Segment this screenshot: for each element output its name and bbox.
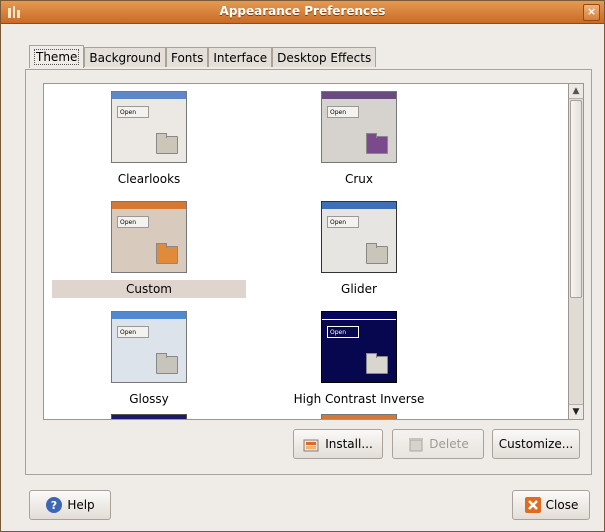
- tab-desktop-effects[interactable]: Desktop Effects: [272, 47, 377, 67]
- theme-item-crux[interactable]: Open Crux: [262, 91, 456, 201]
- tab-bar: Theme Background Fonts Interface Desktop…: [29, 45, 377, 69]
- appearance-preferences-window: Appearance Preferences × Theme Backgroun…: [0, 0, 605, 532]
- theme-name: Custom: [52, 280, 246, 298]
- tab-background[interactable]: Background: [84, 47, 166, 67]
- theme-preview: Open: [111, 201, 187, 273]
- close-button-label: Close: [545, 498, 579, 512]
- theme-preview: Open: [321, 311, 397, 383]
- window-title: Appearance Preferences: [219, 4, 386, 18]
- theme-item-glider[interactable]: Open Glider: [262, 201, 456, 311]
- folder-icon: [156, 243, 178, 264]
- theme-name: High Contrast Inverse: [293, 392, 425, 406]
- preview-open-button: Open: [327, 216, 359, 228]
- theme-item-high-contrast-inverse[interactable]: Open High Contrast Inverse: [262, 311, 456, 419]
- theme-name: Crux: [344, 172, 374, 186]
- install-theme-icon: [303, 439, 319, 452]
- svg-text:?: ?: [51, 499, 57, 512]
- preview-titlebar: [112, 92, 186, 99]
- theme-list-scrollbar[interactable]: ▲ ▼: [569, 83, 584, 420]
- folder-icon: [156, 353, 178, 374]
- theme-name: Clearlooks: [117, 172, 181, 186]
- folder-icon: [156, 133, 178, 154]
- tab-fonts[interactable]: Fonts: [165, 47, 209, 67]
- preview-open-button: Open: [117, 216, 149, 228]
- theme-preview-partial: [111, 414, 187, 419]
- theme-preview: Open: [321, 201, 397, 273]
- scroll-up-arrow-icon[interactable]: ▲: [569, 84, 583, 99]
- preview-titlebar: [322, 202, 396, 209]
- customize-button-label: Customize...: [498, 437, 574, 451]
- theme-name: Glossy: [129, 392, 169, 406]
- install-button[interactable]: Install...: [293, 429, 383, 459]
- tab-interface[interactable]: Interface: [208, 47, 273, 67]
- folder-icon: [366, 133, 388, 154]
- theme-item-custom[interactable]: Open Custom: [52, 201, 246, 311]
- scroll-down-arrow-icon[interactable]: ▼: [569, 404, 583, 419]
- preview-titlebar: [112, 202, 186, 209]
- customize-button[interactable]: Customize...: [492, 429, 580, 459]
- preview-open-button: Open: [327, 326, 359, 338]
- folder-icon: [366, 243, 388, 264]
- tab-theme[interactable]: Theme: [29, 45, 85, 68]
- preview-titlebar: [112, 312, 186, 319]
- preview-titlebar: [322, 92, 396, 99]
- preview-open-button: Open: [117, 326, 149, 338]
- tab-theme-label: Theme: [34, 49, 80, 65]
- install-button-label: Install...: [325, 437, 373, 451]
- preview-open-button: Open: [327, 106, 359, 118]
- title-bar[interactable]: Appearance Preferences ×: [1, 1, 604, 24]
- preview-open-button: Open: [117, 106, 149, 118]
- theme-item-glossy[interactable]: Open Glossy: [52, 311, 246, 419]
- help-button-label: Help: [67, 498, 95, 512]
- window-close-button[interactable]: ×: [583, 4, 600, 21]
- theme-preview: Open: [111, 311, 187, 383]
- theme-preview-partial: [321, 414, 397, 419]
- theme-item-clearlooks[interactable]: Open Clearlooks: [52, 91, 246, 201]
- folder-icon: [366, 353, 388, 374]
- close-icon: [524, 497, 541, 513]
- theme-preview: Open: [111, 91, 187, 163]
- delete-button-label: Delete: [429, 437, 469, 451]
- delete-button[interactable]: Delete: [392, 429, 484, 459]
- close-button[interactable]: Close: [512, 490, 590, 520]
- delete-icon: [409, 438, 424, 452]
- help-icon: ?: [46, 497, 63, 513]
- theme-preview: Open: [321, 91, 397, 163]
- preview-titlebar: [322, 312, 396, 320]
- theme-list[interactable]: Open Clearlooks Open Crux Open Custom Op…: [43, 83, 569, 420]
- scroll-thumb[interactable]: [570, 100, 582, 298]
- theme-name: Glider: [341, 282, 377, 296]
- help-button[interactable]: ? Help: [29, 490, 111, 520]
